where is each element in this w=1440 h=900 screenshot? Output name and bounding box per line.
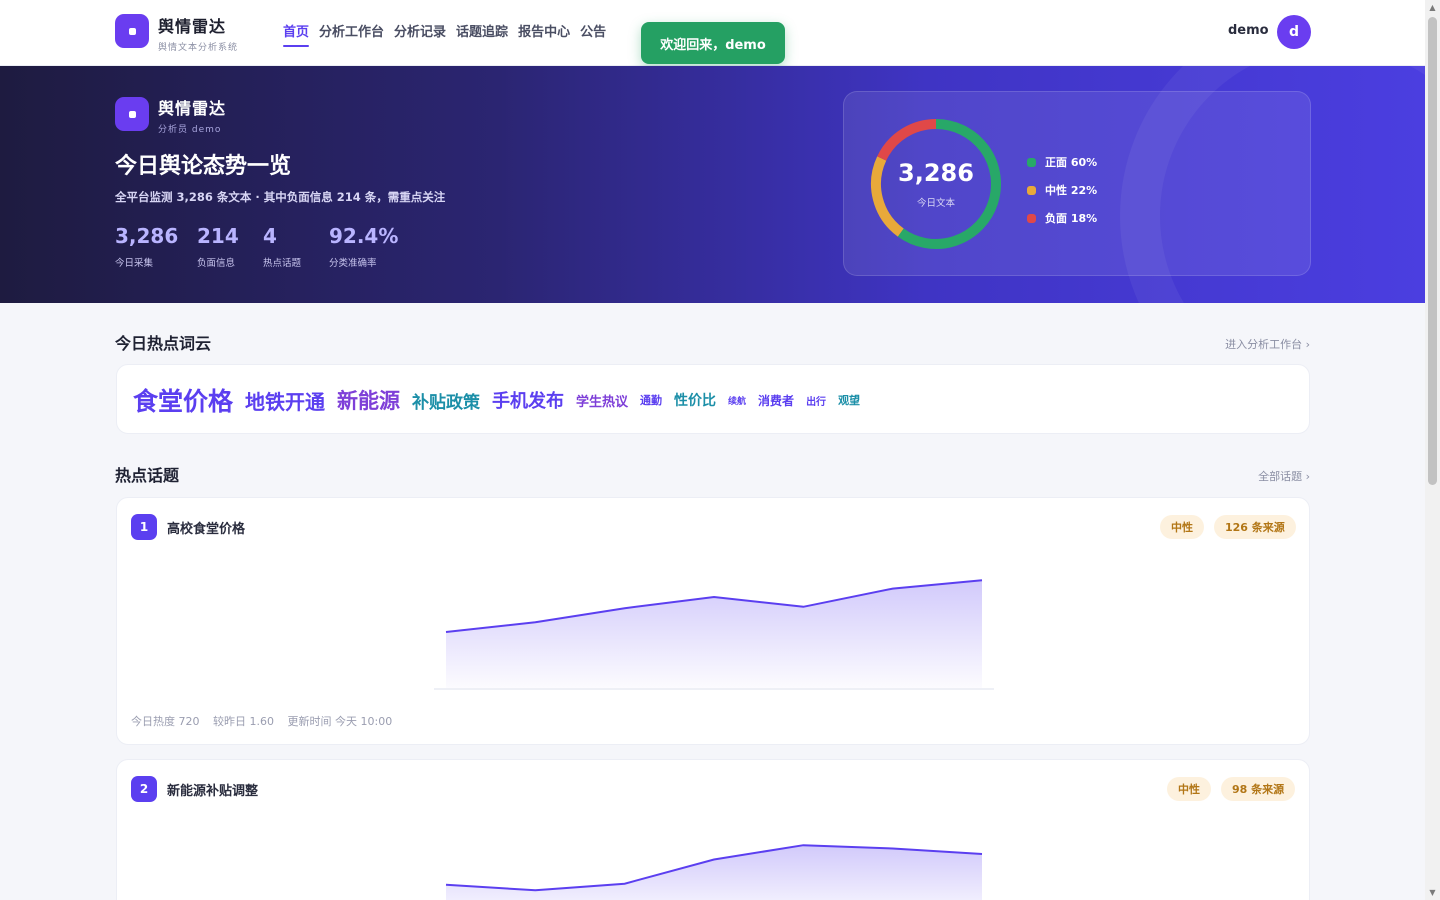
topic-heat: 今日热度 720 bbox=[131, 715, 200, 728]
wordcloud-word[interactable]: 出行 bbox=[806, 393, 826, 408]
wordcloud-word[interactable]: 通勤 bbox=[640, 392, 662, 408]
wordcloud-word[interactable]: 补贴政策 bbox=[412, 388, 480, 413]
topic-trend-chart bbox=[434, 579, 994, 690]
stat-label: 今日采集 bbox=[115, 258, 154, 269]
scroll-up-icon[interactable]: ▲ bbox=[1428, 3, 1437, 12]
stat-value: 3,286 bbox=[115, 224, 179, 248]
wordcloud-word[interactable]: 性价比 bbox=[674, 390, 716, 410]
hero-description: 全平台监测 3,286 条文本 · 其中负面信息 214 条，需重点关注 bbox=[115, 190, 446, 204]
welcome-toast: 欢迎回来，demo bbox=[641, 22, 785, 64]
hero-brand: 舆情雷达 bbox=[158, 99, 227, 118]
sentiment-card: 3,286 今日文本 正面 60% 中性 22% 负面 18% bbox=[843, 91, 1311, 276]
topic-meta: 今日热度 720 较昨日 1.60 更新时间 今天 10:00 bbox=[131, 713, 402, 729]
trend-area bbox=[446, 845, 982, 900]
legend-dot bbox=[1027, 185, 1036, 195]
stat-label: 分类准确率 bbox=[329, 258, 377, 269]
legend-positive: 正面 60% bbox=[1027, 148, 1097, 176]
legend-label: 负面 18% bbox=[1045, 212, 1098, 225]
goto-workbench-link[interactable]: 进入分析工作台 › bbox=[1225, 336, 1310, 352]
page-scrollbar[interactable]: ▲ ▼ bbox=[1425, 0, 1440, 900]
topic-trend-chart bbox=[445, 844, 983, 900]
topic-card[interactable]: 1 高校食堂价格 中性 126 条来源 今日热度 720 较昨日 1.60 更新… bbox=[116, 497, 1310, 745]
radar-logo-icon bbox=[115, 97, 149, 131]
legend-dot bbox=[1027, 157, 1036, 167]
nav-item-topics[interactable]: 话题追踪 bbox=[456, 21, 508, 46]
stat-label: 热点话题 bbox=[263, 258, 302, 269]
radar-logo-icon[interactable] bbox=[115, 14, 149, 48]
legend-label: 正面 60% bbox=[1045, 156, 1098, 169]
legend-neutral: 中性 22% bbox=[1027, 176, 1097, 204]
all-topics-link[interactable]: 全部话题 › bbox=[1258, 468, 1310, 484]
donut-label: 今日文本 bbox=[916, 198, 955, 209]
topic-card[interactable]: 2 新能源补贴调整 中性 98 条来源 bbox=[116, 759, 1310, 900]
user-name[interactable]: demo bbox=[1228, 23, 1269, 38]
wordcloud-word[interactable]: 消费者 bbox=[758, 392, 794, 409]
brand-subtitle: 舆情文本分析系统 bbox=[158, 43, 239, 53]
wordcloud: 食堂价格 地铁开通 新能源 补贴政策 手机发布 学生热议 通勤 性价比 续航 消费者 出行 观望 bbox=[133, 365, 872, 435]
topic-change: 较昨日 1.60 bbox=[213, 715, 274, 728]
wordcloud-word[interactable]: 观望 bbox=[838, 392, 860, 408]
wordcloud-title: 今日热点词云 bbox=[115, 334, 212, 353]
stat-value: 4 bbox=[263, 224, 277, 248]
legend-label: 中性 22% bbox=[1045, 184, 1098, 197]
wordcloud-card: 食堂价格 地铁开通 新能源 补贴政策 手机发布 学生热议 通勤 性价比 续航 消费者 出行 观望 bbox=[116, 364, 1310, 434]
legend-negative: 负面 18% bbox=[1027, 204, 1097, 232]
hero-title: 今日舆论态势一览 bbox=[115, 154, 292, 179]
nav-item-history[interactable]: 分析记录 bbox=[394, 21, 446, 46]
brand-name: 舆情雷达 bbox=[158, 17, 227, 36]
stat-value: 214 bbox=[197, 224, 239, 248]
legend-dot bbox=[1027, 213, 1036, 223]
scroll-thumb[interactable] bbox=[1428, 17, 1437, 485]
wordcloud-word[interactable]: 地铁开通 bbox=[245, 386, 325, 415]
hero-banner: 舆情雷达 分析员 demo 今日舆论态势一览 全平台监测 3,286 条文本 ·… bbox=[0, 66, 1425, 303]
avatar[interactable]: d bbox=[1277, 15, 1311, 49]
stat-negative: 214 负面信息 bbox=[197, 224, 239, 269]
donut-total: 3,286 bbox=[898, 159, 974, 187]
sentiment-legend: 正面 60% 中性 22% 负面 18% bbox=[1027, 148, 1097, 232]
wordcloud-word[interactable]: 学生热议 bbox=[576, 391, 628, 410]
nav-item-home[interactable]: 首页 bbox=[283, 21, 310, 47]
wordcloud-word[interactable]: 手机发布 bbox=[492, 387, 564, 413]
wordcloud-word[interactable]: 食堂价格 bbox=[133, 382, 233, 418]
stat-collected: 3,286 今日采集 bbox=[115, 224, 178, 269]
wordcloud-word[interactable]: 续航 bbox=[728, 394, 746, 407]
nav-item-announcements[interactable]: 公告 bbox=[580, 21, 606, 46]
topics-title: 热点话题 bbox=[115, 466, 180, 485]
main-nav: 首页 分析工作台 分析记录 话题追踪 报告中心 公告 bbox=[283, 21, 606, 47]
scroll-down-icon[interactable]: ▼ bbox=[1428, 888, 1437, 897]
nav-item-reports[interactable]: 报告中心 bbox=[518, 21, 570, 46]
donut-center: 3,286 今日文本 bbox=[868, 116, 1004, 252]
stat-accuracy: 92.4% 分类准确率 bbox=[329, 224, 398, 269]
topic-updated: 更新时间 今天 10:00 bbox=[287, 715, 393, 728]
stat-hot-topics: 4 热点话题 bbox=[263, 224, 301, 269]
wordcloud-word[interactable]: 新能源 bbox=[337, 385, 400, 415]
hero-role: 分析员 demo bbox=[158, 125, 222, 135]
stat-value: 92.4% bbox=[329, 224, 399, 248]
stat-label: 负面信息 bbox=[197, 258, 236, 269]
nav-item-workbench[interactable]: 分析工作台 bbox=[319, 21, 384, 46]
